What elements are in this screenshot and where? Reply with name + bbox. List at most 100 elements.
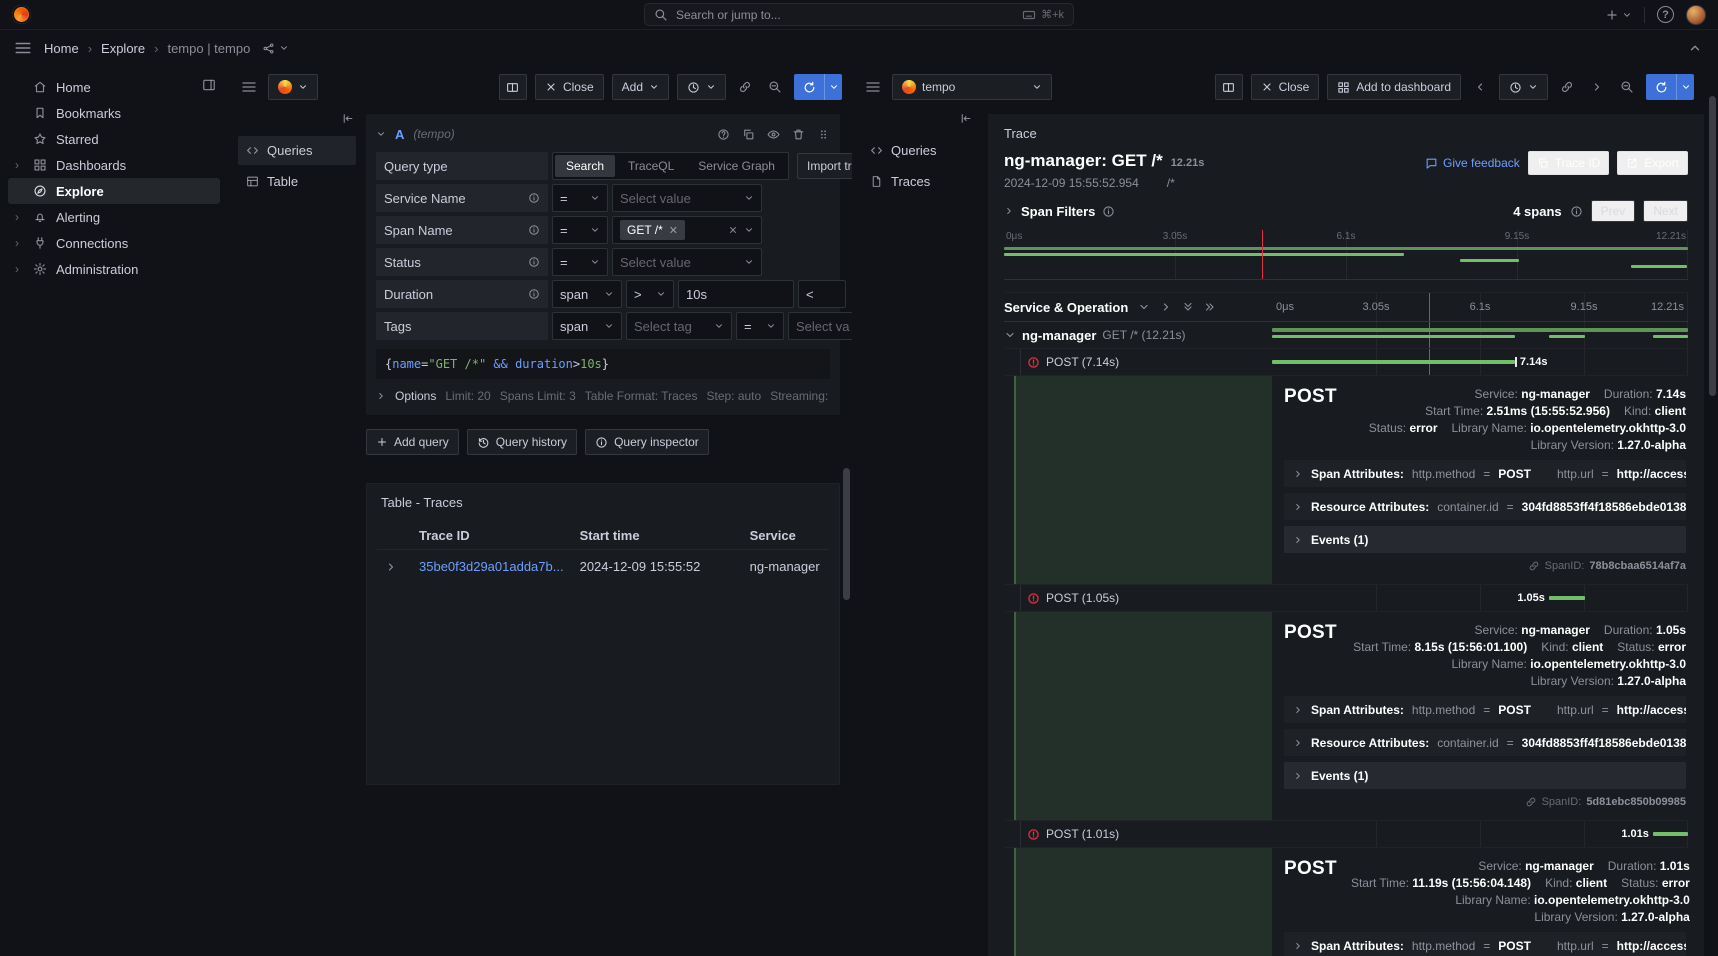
scrollbar-thumb[interactable] — [843, 468, 850, 600]
expand-all-icon[interactable] — [1182, 301, 1194, 313]
search-input[interactable]: Search or jump to... ⌘+k — [644, 3, 1074, 26]
dock-menu-icon[interactable] — [202, 78, 216, 92]
chevron-down-icon[interactable] — [1138, 301, 1150, 313]
tags-scope-select[interactable]: span — [552, 312, 622, 340]
avatar[interactable] — [1686, 5, 1706, 25]
split-view-button[interactable] — [499, 74, 527, 100]
refresh-icon[interactable] — [794, 74, 824, 100]
shift-time-forward-button[interactable] — [1586, 75, 1608, 99]
trace-minimap[interactable]: 0μs 3.05s 6.1s 9.15s 12.21s — [1004, 230, 1688, 280]
service-name-value-select[interactable]: Select value — [612, 184, 762, 212]
sidebar-item-bookmarks[interactable]: Bookmarks — [8, 100, 220, 126]
chevron-right-icon[interactable]: › — [10, 236, 24, 250]
collapse-rail-icon[interactable] — [959, 112, 972, 125]
split-view-button[interactable] — [1215, 74, 1243, 100]
next-span-button[interactable]: Next — [1643, 200, 1688, 222]
import-trace-button[interactable]: Import trace — [797, 153, 852, 179]
copy-link-button[interactable] — [1556, 75, 1578, 99]
mega-menu-toggle[interactable] — [12, 37, 34, 59]
breadcrumb-explore[interactable]: Explore — [101, 41, 145, 56]
link-icon[interactable] — [1525, 796, 1537, 808]
duration-scope-select[interactable]: span — [552, 280, 622, 308]
new-button[interactable] — [1605, 4, 1632, 26]
query-type-service-graph[interactable]: Service Graph — [687, 155, 786, 177]
zoom-out-button[interactable] — [1616, 75, 1638, 99]
duration-comparator-select[interactable]: > — [626, 280, 674, 308]
chevron-right-icon[interactable]: › — [10, 262, 24, 276]
expand-row-icon[interactable] — [377, 550, 411, 584]
query-type-search[interactable]: Search — [555, 155, 615, 177]
span-attributes-accordion[interactable]: Span Attributes: http.method=POST http.u… — [1284, 932, 1686, 956]
add-query-button[interactable]: Add query — [366, 429, 459, 455]
help-icon[interactable]: ? — [1657, 6, 1674, 23]
scrollbar-thumb[interactable] — [1709, 96, 1716, 396]
col-trace-id[interactable]: Trace ID — [411, 522, 572, 550]
give-feedback-link[interactable]: Give feedback — [1425, 151, 1520, 175]
queries-drawer-icon[interactable] — [238, 75, 260, 99]
span-row-post-2[interactable]: POST (1.05s) 1.05s — [1004, 585, 1688, 612]
tags-key-select[interactable]: Select tag — [626, 312, 732, 340]
query-type-traceql[interactable]: TraceQL — [617, 155, 685, 177]
sidebar-item-alerting[interactable]: › Alerting — [8, 204, 220, 230]
query-ref-id[interactable]: A — [395, 127, 404, 142]
query-help-icon[interactable] — [717, 128, 730, 141]
collapse-all-icon[interactable] — [1204, 301, 1216, 313]
grafana-logo[interactable] — [12, 5, 31, 24]
time-picker-right[interactable] — [1499, 74, 1548, 100]
tags-value-select[interactable]: Select va — [788, 312, 852, 340]
col-start-time[interactable]: Start time — [572, 522, 742, 550]
close-pane-button-left[interactable]: Close — [535, 74, 604, 100]
add-dropdown-button[interactable]: Add — [612, 74, 669, 100]
add-to-dashboard-button[interactable]: Add to dashboard — [1327, 74, 1461, 100]
share-icon[interactable] — [262, 42, 275, 55]
run-query-button-left[interactable] — [794, 74, 842, 100]
collapse-span-icon[interactable] — [1004, 329, 1016, 341]
span-bar[interactable] — [1653, 832, 1688, 836]
span-name-op-select[interactable]: = — [552, 216, 608, 244]
delete-query-icon[interactable] — [792, 128, 805, 141]
span-row-post-3[interactable]: POST (1.01s) 1.01s — [1004, 821, 1688, 848]
collapse-rail-icon[interactable] — [341, 112, 354, 125]
chevron-right-icon[interactable]: › — [10, 158, 24, 172]
query-history-button[interactable]: Query history — [467, 429, 577, 455]
time-picker-left[interactable] — [677, 74, 726, 100]
tags-op-select[interactable]: = — [736, 312, 784, 340]
span-track[interactable]: 1.05s — [1272, 585, 1688, 611]
span-track[interactable]: 1.01s — [1272, 821, 1688, 847]
run-query-button-right[interactable] — [1646, 74, 1694, 100]
span-bar[interactable] — [1549, 596, 1585, 600]
disable-query-icon[interactable] — [767, 128, 780, 141]
chevron-right-icon[interactable] — [1160, 301, 1172, 313]
queries-drawer-icon[interactable] — [862, 75, 884, 99]
span-name-value-select[interactable]: GET /* ✕ — [612, 216, 762, 244]
datasource-picker-right[interactable]: tempo — [892, 74, 1052, 100]
rail-tab-queries[interactable]: Queries — [238, 136, 356, 165]
export-button[interactable]: Export — [1617, 151, 1688, 175]
refresh-interval-caret[interactable] — [824, 74, 842, 100]
chevron-right-icon[interactable]: › — [10, 210, 24, 224]
copy-link-button[interactable] — [734, 75, 756, 99]
duplicate-query-icon[interactable] — [742, 128, 755, 141]
duration-value-input[interactable]: 10s — [678, 280, 794, 308]
chevron-down-icon[interactable] — [279, 43, 289, 53]
chevron-right-icon[interactable] — [1004, 206, 1014, 216]
span-row-root[interactable]: ng-manager GET /* (12.21s) — [1004, 322, 1688, 349]
trace-id-button[interactable]: Trace ID — [1528, 151, 1610, 175]
span-filters-label[interactable]: Span Filters — [1021, 204, 1095, 219]
sidebar-item-dashboards[interactable]: › Dashboards — [8, 152, 220, 178]
query-options-row[interactable]: Options Limit: 20 Spans Limit: 3 Table F… — [376, 389, 830, 403]
service-name-op-select[interactable]: = — [552, 184, 608, 212]
duration-comparator2-select[interactable]: < — [798, 280, 846, 308]
span-bar[interactable] — [1272, 360, 1515, 364]
span-track[interactable]: 7.14s — [1272, 349, 1688, 375]
breadcrumb-actions[interactable] — [262, 42, 289, 55]
sidebar-item-home[interactable]: Home — [8, 74, 220, 100]
link-icon[interactable] — [1528, 560, 1540, 572]
col-service[interactable]: Service — [742, 522, 829, 550]
sidebar-item-starred[interactable]: Starred — [8, 126, 220, 152]
prev-span-button[interactable]: Prev — [1591, 200, 1636, 222]
sidebar-item-explore[interactable]: Explore — [8, 178, 220, 204]
rail-tab-table[interactable]: Table — [238, 167, 356, 196]
close-pane-button-right[interactable]: Close — [1251, 74, 1320, 100]
resource-attributes-accordion[interactable]: Resource Attributes: container.id=304fd8… — [1284, 493, 1686, 520]
